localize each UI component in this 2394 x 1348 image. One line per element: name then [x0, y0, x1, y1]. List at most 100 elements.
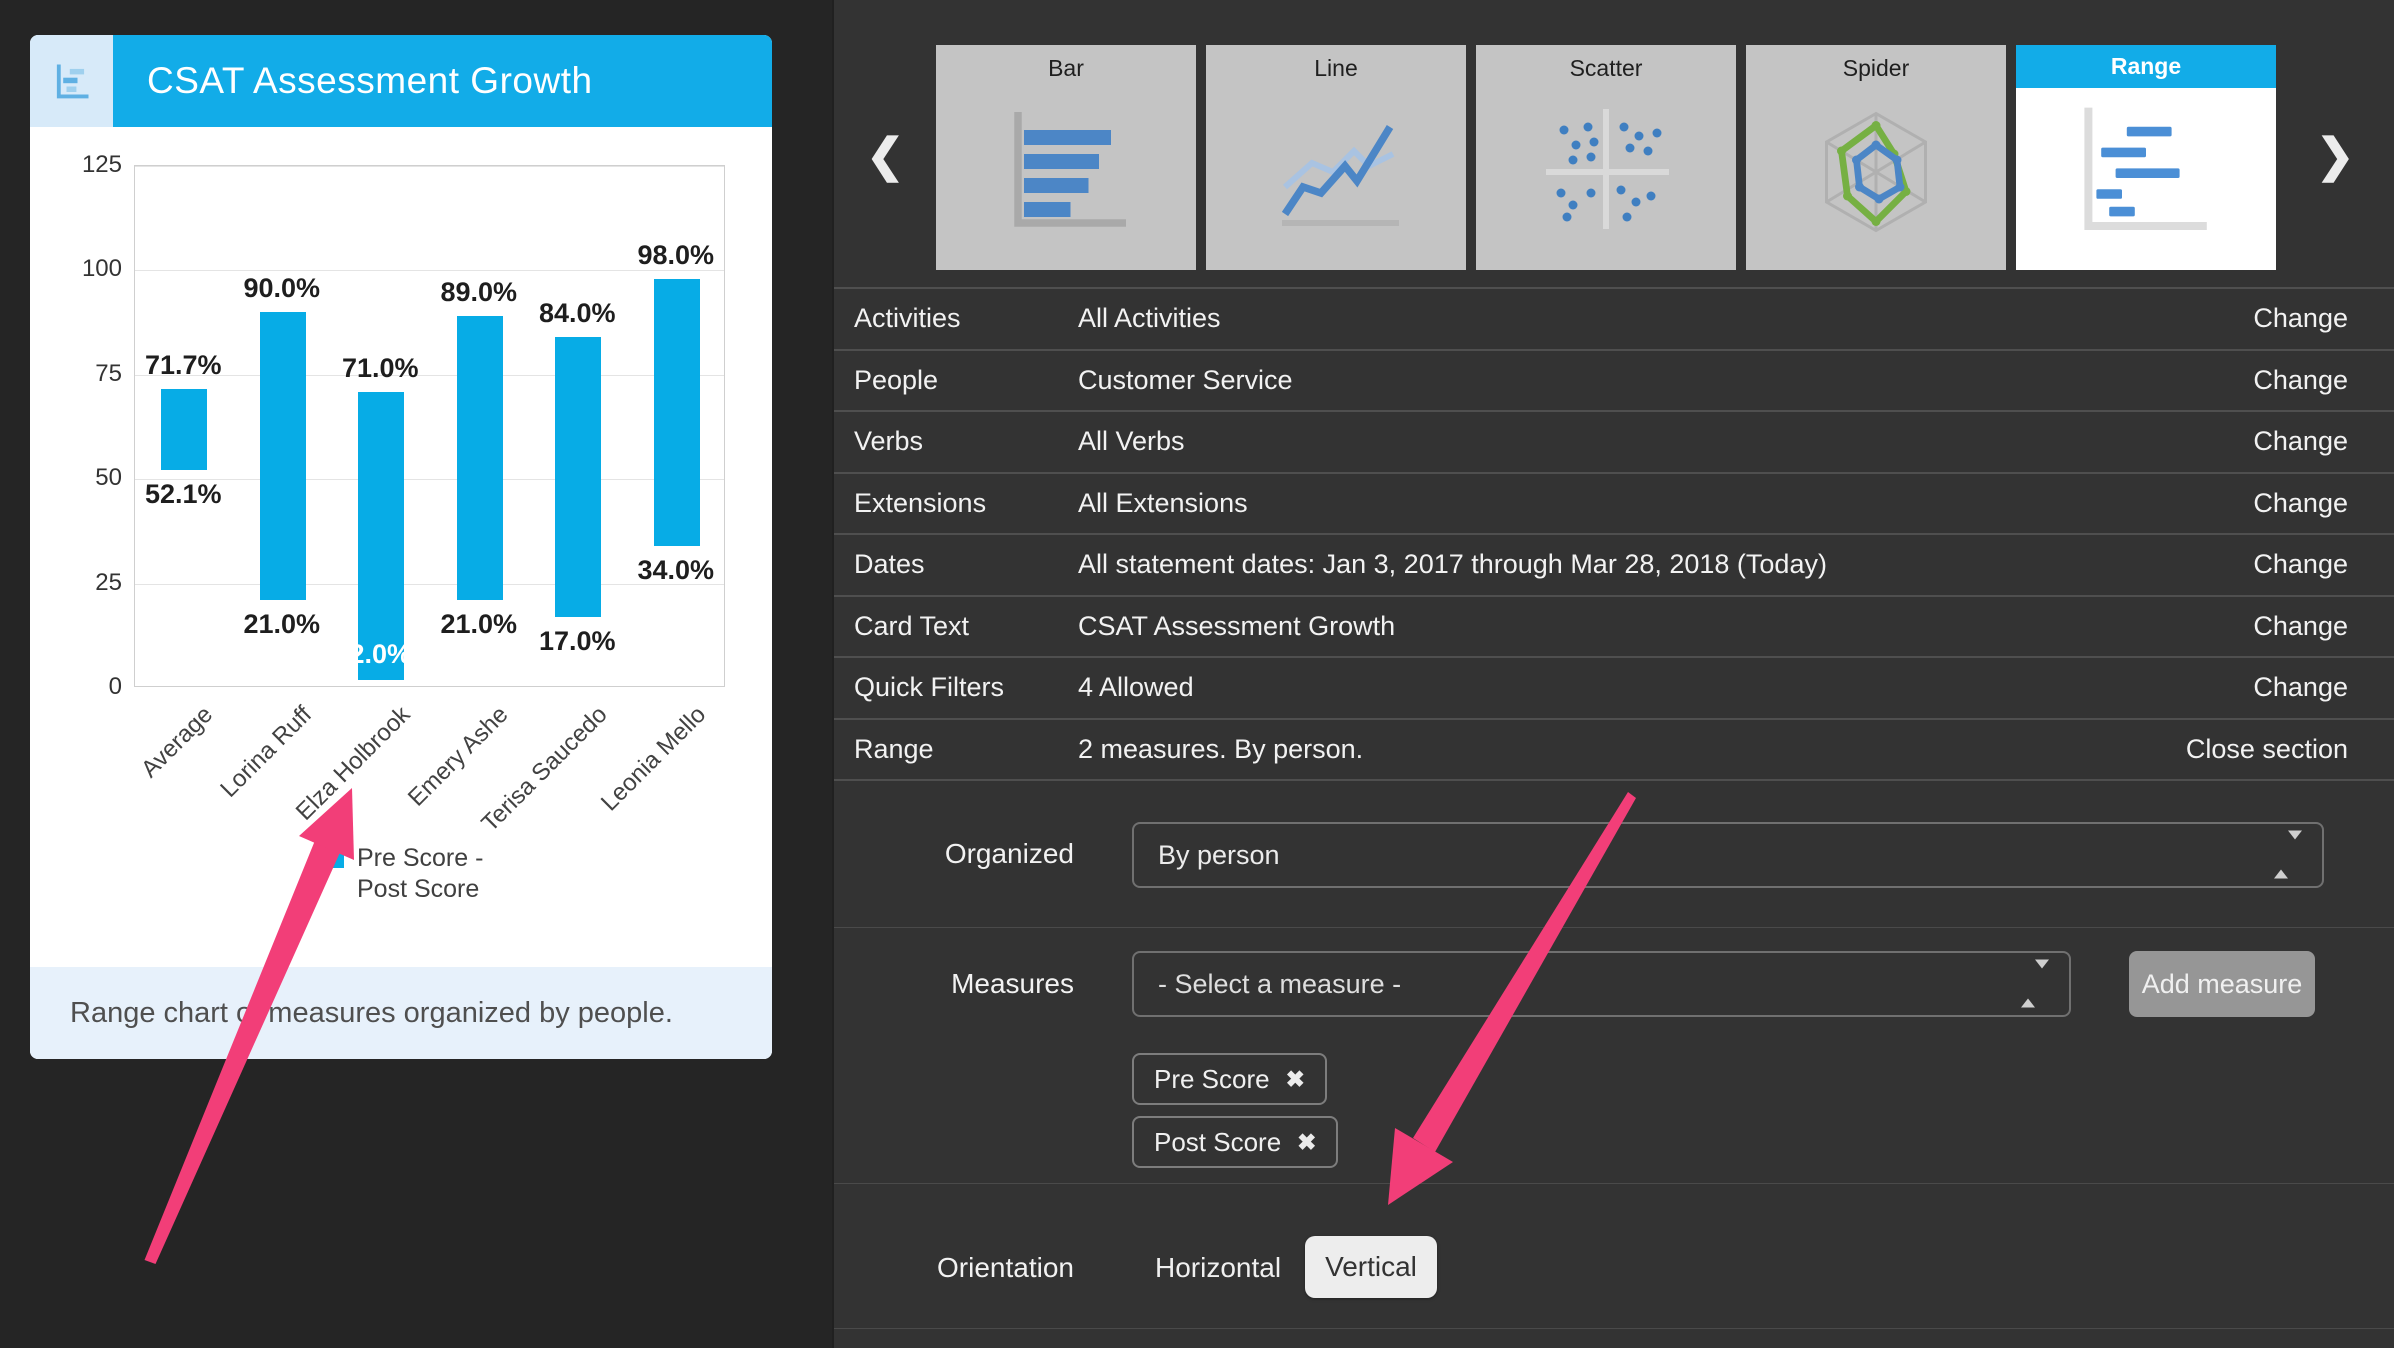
row-verbs: Verbs All Verbs Change	[834, 412, 2394, 474]
y-axis-tick: 125	[30, 150, 122, 180]
measures-label: Measures	[834, 968, 1074, 1000]
measure-chip-pre-score[interactable]: Pre Score ✖	[1132, 1053, 1327, 1105]
chart-type-line[interactable]: Line	[1206, 45, 1466, 270]
change-link[interactable]: Change	[2253, 365, 2394, 396]
range-bar	[555, 337, 601, 617]
y-axis-tick: 0	[30, 672, 122, 702]
bar-value-label-low: 2.0%	[305, 639, 455, 669]
row-value: CSAT Assessment Growth	[1078, 611, 2253, 642]
card-caption: Range chart of measures organized by peo…	[70, 997, 673, 1030]
chart-type-spider-label: Spider	[1746, 55, 2006, 82]
row-card-text: Card Text CSAT Assessment Growth Change	[834, 597, 2394, 659]
bar-value-label-low: 17.0%	[502, 626, 652, 656]
change-link[interactable]: Change	[2253, 303, 2394, 334]
section-divider	[834, 927, 2394, 928]
chart-type-range-selected-header: Range	[2016, 45, 2276, 88]
app-screen: CSAT Assessment Growth 025507510012571.7…	[0, 0, 2394, 1348]
chip-label: Post Score	[1154, 1127, 1281, 1158]
orientation-vertical-button[interactable]: Vertical	[1305, 1236, 1437, 1298]
select-spinner-icon	[2274, 840, 2302, 871]
measure-select-placeholder: - Select a measure -	[1158, 969, 1401, 1000]
measure-chip-post-score[interactable]: Post Score ✖	[1132, 1116, 1338, 1168]
chart-legend: Pre Score - Post Score	[323, 843, 483, 905]
row-label: Dates	[834, 549, 1078, 580]
chart-type-scatter[interactable]: Scatter	[1476, 45, 1736, 270]
row-label: People	[834, 365, 1078, 396]
bar-value-label-high: 84.0%	[502, 298, 652, 328]
section-divider	[834, 1183, 2394, 1184]
chart-type-range[interactable]: Range	[2016, 45, 2276, 270]
legend-swatch	[323, 847, 344, 868]
row-activities: Activities All Activities Change	[834, 289, 2394, 351]
chevron-right-icon[interactable]: ❯	[2316, 128, 2355, 182]
close-section-link[interactable]: Close section	[2186, 734, 2394, 765]
remove-measure-icon[interactable]: ✖	[1297, 1129, 1316, 1156]
bar-chart-icon	[936, 94, 1196, 244]
row-value: All Activities	[1078, 303, 2253, 334]
row-people: People Customer Service Change	[834, 351, 2394, 413]
row-value: 2 measures. By person.	[1078, 734, 2186, 765]
change-link[interactable]: Change	[2253, 611, 2394, 642]
legend-line-1: Pre Score -	[357, 843, 483, 874]
range-bar	[161, 389, 207, 471]
organized-select-value: By person	[1158, 840, 1280, 871]
scatter-chart-icon	[1476, 94, 1736, 244]
bar-value-label-high: 98.0%	[601, 240, 751, 270]
row-value: All Verbs	[1078, 426, 2253, 457]
row-quick-filters: Quick Filters 4 Allowed Change	[834, 658, 2394, 720]
row-label: Range	[834, 734, 1078, 765]
row-extensions: Extensions All Extensions Change	[834, 474, 2394, 536]
range-bar	[457, 316, 503, 600]
bar-value-label-high: 71.0%	[305, 353, 455, 383]
row-label: Activities	[834, 303, 1078, 334]
orientation-label: Orientation	[834, 1252, 1074, 1284]
chart-type-bar-label: Bar	[936, 55, 1196, 82]
section-divider	[834, 1328, 2394, 1329]
remove-measure-icon[interactable]: ✖	[1286, 1066, 1305, 1093]
bar-value-label-low: 52.1%	[108, 479, 258, 509]
y-axis-tick: 100	[30, 254, 122, 284]
chart-type-spider[interactable]: Spider	[1746, 45, 2006, 270]
chevron-left-icon[interactable]: ❮	[866, 128, 905, 182]
bar-value-label-high: 71.7%	[108, 350, 258, 380]
row-value: Customer Service	[1078, 365, 2253, 396]
x-axis-label: Lorina Ruff	[215, 701, 318, 804]
change-link[interactable]: Change	[2253, 426, 2394, 457]
row-label: Extensions	[834, 488, 1078, 519]
select-spinner-icon	[2021, 969, 2049, 1000]
change-link[interactable]: Change	[2253, 672, 2394, 703]
chart-type-scatter-label: Scatter	[1476, 55, 1736, 82]
organized-label: Organized	[834, 838, 1074, 870]
card-footer: Range chart of measures organized by peo…	[30, 967, 772, 1059]
legend-line-2: Post Score	[357, 874, 483, 905]
row-value: All statement dates: Jan 3, 2017 through…	[1078, 549, 2253, 580]
chart-type-bar[interactable]: Bar	[936, 45, 1196, 270]
range-bar	[654, 279, 700, 546]
row-label: Quick Filters	[834, 672, 1078, 703]
change-link[interactable]: Change	[2253, 549, 2394, 580]
card-settings-list: Activities All Activities Change People …	[834, 287, 2394, 781]
row-dates: Dates All statement dates: Jan 3, 2017 t…	[834, 535, 2394, 597]
row-range: Range 2 measures. By person. Close secti…	[834, 720, 2394, 782]
chart-type-line-label: Line	[1206, 55, 1466, 82]
change-link[interactable]: Change	[2253, 488, 2394, 519]
line-chart-icon	[1206, 94, 1466, 244]
row-label: Card Text	[834, 611, 1078, 642]
x-axis-label: Average	[136, 701, 219, 784]
row-label: Verbs	[834, 426, 1078, 457]
bar-value-label-high: 90.0%	[207, 273, 357, 303]
x-axis-label: Leonia Mello	[596, 701, 712, 817]
range-bar	[260, 312, 306, 600]
orientation-horizontal-option[interactable]: Horizontal	[1155, 1252, 1281, 1284]
card-editor-panel: ❮ ❯ Bar Line	[832, 0, 2394, 1348]
chip-label: Pre Score	[1154, 1064, 1270, 1095]
legend-label: Pre Score - Post Score	[357, 843, 483, 905]
chart-preview-card: CSAT Assessment Growth 025507510012571.7…	[30, 35, 772, 1059]
bar-value-label-low: 34.0%	[601, 555, 751, 585]
add-measure-button[interactable]: Add measure	[2129, 951, 2315, 1017]
spider-chart-icon	[1746, 94, 2006, 244]
y-axis-tick: 25	[30, 568, 122, 598]
row-value: 4 Allowed	[1078, 672, 2253, 703]
organized-select[interactable]: By person	[1132, 822, 2324, 888]
measure-select[interactable]: - Select a measure -	[1132, 951, 2071, 1017]
